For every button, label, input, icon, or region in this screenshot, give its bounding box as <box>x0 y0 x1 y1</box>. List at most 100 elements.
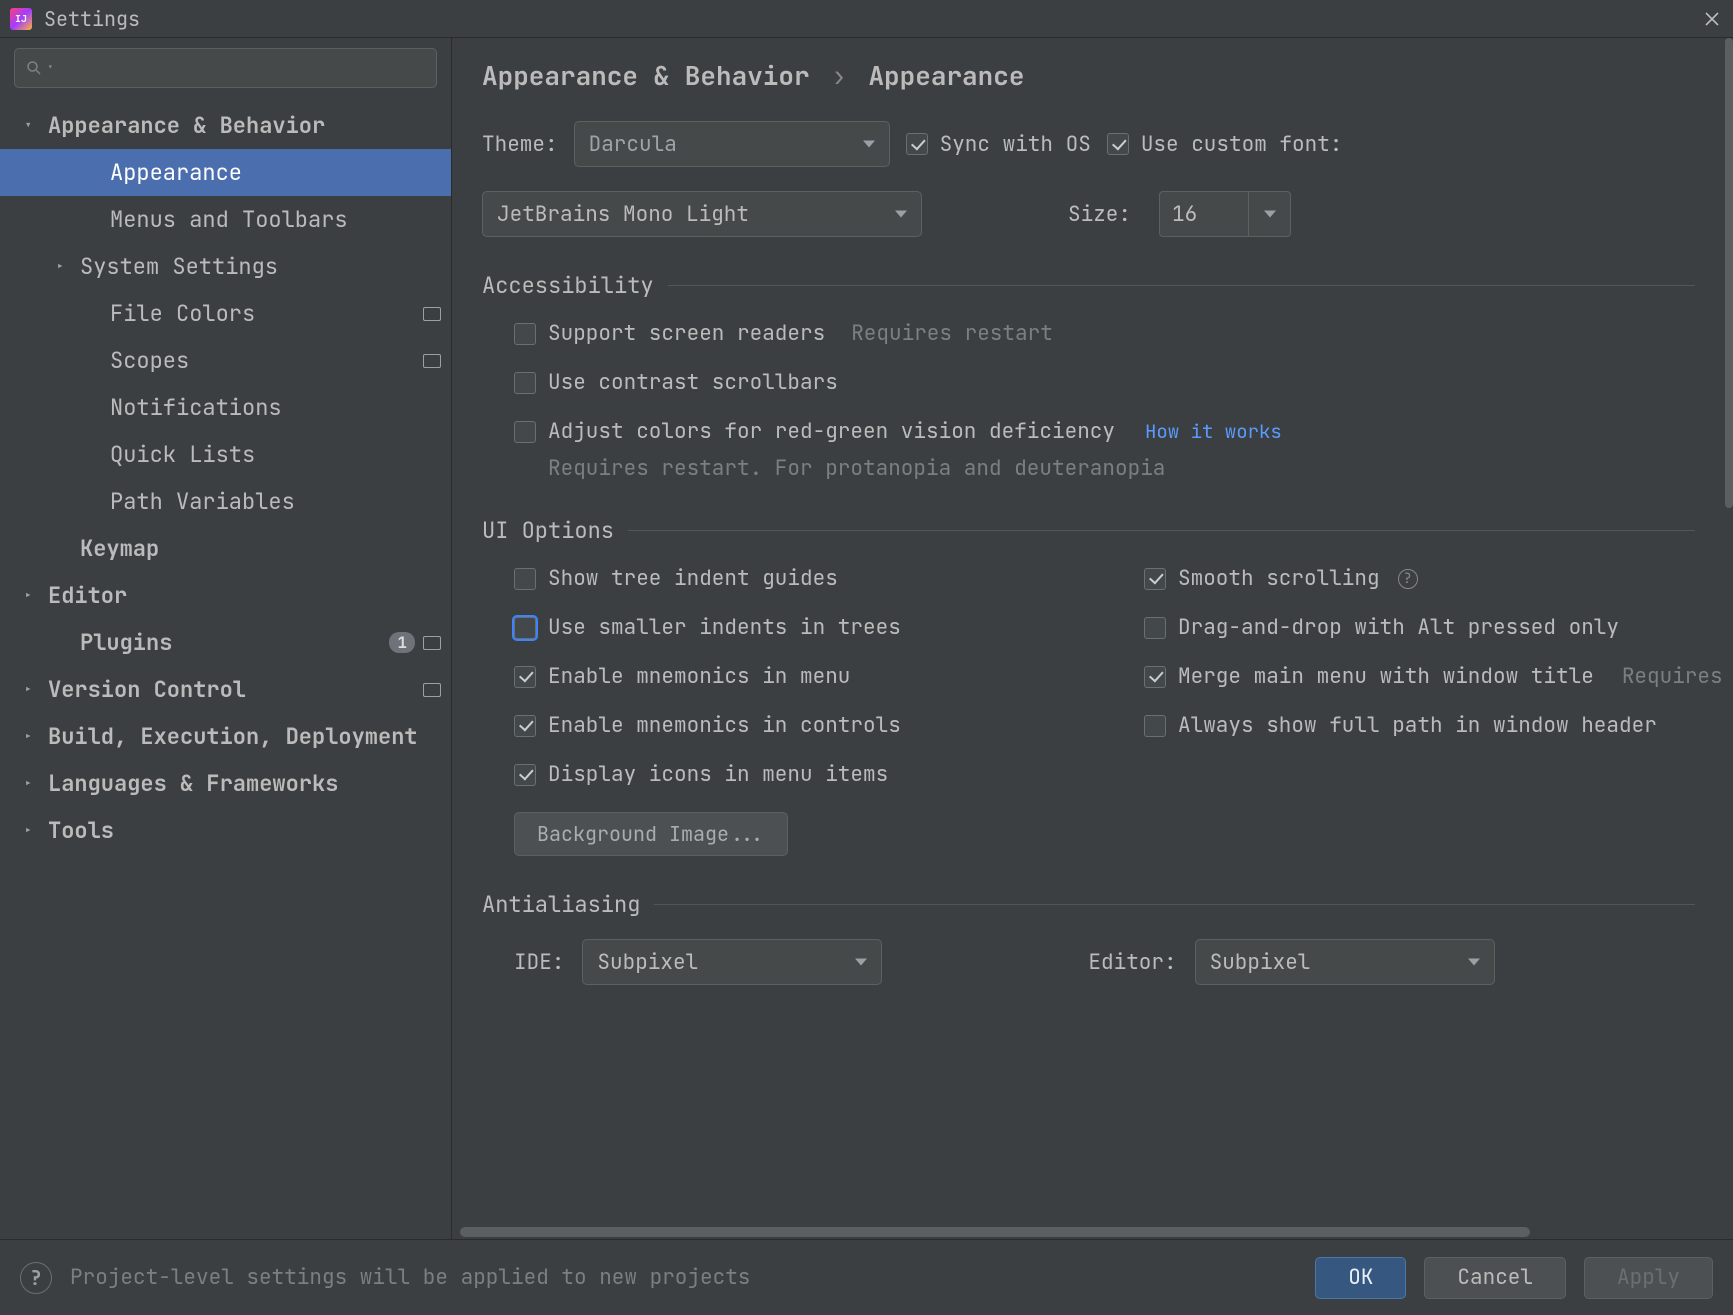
sidebar-item-label: Keymap <box>80 534 441 563</box>
aa-editor-value: Subpixel <box>1210 949 1311 976</box>
checkbox-icon <box>514 764 536 786</box>
checkbox-icon <box>1144 617 1166 639</box>
full-path-checkbox[interactable]: Always show full path in window header <box>1144 712 1725 739</box>
theme-select[interactable]: Darcula <box>574 121 890 167</box>
smaller-indents-checkbox[interactable]: Use smaller indents in trees <box>514 614 1114 641</box>
smaller-indents-label: Use smaller indents in trees <box>548 614 901 641</box>
mnemonics-controls-label: Enable mnemonics in controls <box>548 712 901 739</box>
sidebar-item-label: Scopes <box>110 346 415 375</box>
screen-readers-label: Support screen readers <box>548 320 825 347</box>
breadcrumb: Appearance & Behavior › Appearance <box>482 58 1695 93</box>
tree-guides-checkbox[interactable]: Show tree indent guides <box>514 565 1114 592</box>
search-input[interactable]: ▾ <box>14 48 437 88</box>
divider <box>668 285 1695 286</box>
aa-editor-label: Editor: <box>1088 949 1176 976</box>
sidebar-item-build-execution-deployment[interactable]: ▸Build, Execution, Deployment <box>0 713 451 760</box>
font-select[interactable]: JetBrains Mono Light <box>482 191 922 237</box>
sidebar-item-path-variables[interactable]: Path Variables <box>0 478 451 525</box>
sync-os-checkbox[interactable]: Sync with OS <box>906 131 1091 158</box>
horizontal-scrollbar[interactable] <box>452 1225 1725 1239</box>
cancel-label: Cancel <box>1457 1264 1533 1291</box>
antialiasing-heading: Antialiasing <box>482 890 640 919</box>
sidebar-item-file-colors[interactable]: File Colors <box>0 290 451 337</box>
sidebar-item-appearance-behavior[interactable]: ▾Appearance & Behavior <box>0 102 451 149</box>
breadcrumb-current: Appearance <box>868 58 1024 93</box>
sidebar-item-quick-lists[interactable]: Quick Lists <box>0 431 451 478</box>
chevron-down-icon <box>855 959 867 966</box>
merge-title-checkbox[interactable]: Merge main menu with window title Requir… <box>1144 663 1725 690</box>
aa-editor-select[interactable]: Subpixel <box>1195 939 1495 985</box>
close-icon[interactable] <box>1701 8 1723 30</box>
chevron-right-icon: ▸ <box>24 587 40 605</box>
sidebar-item-keymap[interactable]: Keymap <box>0 525 451 572</box>
sidebar-item-system-settings[interactable]: ▸System Settings <box>0 243 451 290</box>
mnemonics-controls-checkbox[interactable]: Enable mnemonics in controls <box>514 712 1114 739</box>
smooth-scrolling-checkbox[interactable]: Smooth scrolling ? <box>1144 565 1725 592</box>
settings-tree: ▾Appearance & BehaviorAppearanceMenus an… <box>0 96 451 1239</box>
cancel-button[interactable]: Cancel <box>1424 1257 1566 1299</box>
project-scope-icon <box>423 683 441 697</box>
sidebar-item-label: Plugins <box>80 628 383 657</box>
how-it-works-link[interactable]: How it works <box>1145 419 1282 444</box>
footer: ? Project-level settings will be applied… <box>0 1239 1733 1315</box>
scroll-thumb[interactable] <box>460 1227 1530 1237</box>
vertical-scrollbar[interactable] <box>1725 38 1733 1225</box>
info-icon[interactable]: ? <box>1398 569 1418 589</box>
breadcrumb-parent: Appearance & Behavior <box>482 58 810 93</box>
apply-label: Apply <box>1617 1264 1680 1291</box>
checkbox-icon <box>1144 666 1166 688</box>
help-icon[interactable]: ? <box>20 1262 52 1294</box>
icons-menu-checkbox[interactable]: Display icons in menu items <box>514 761 1114 788</box>
aa-ide-select[interactable]: Subpixel <box>582 939 882 985</box>
custom-font-label: Use custom font: <box>1141 131 1343 158</box>
sidebar-item-menus-and-toolbars[interactable]: Menus and Toolbars <box>0 196 451 243</box>
size-stepper[interactable] <box>1249 191 1291 237</box>
mnemonics-menu-label: Enable mnemonics in menu <box>548 663 850 690</box>
contrast-scrollbars-checkbox[interactable]: Use contrast scrollbars <box>514 369 1695 396</box>
sidebar-item-plugins[interactable]: Plugins1 <box>0 619 451 666</box>
mnemonics-menu-checkbox[interactable]: Enable mnemonics in menu <box>514 663 1114 690</box>
chevron-right-icon: ▸ <box>56 258 72 276</box>
screen-readers-checkbox[interactable]: Support screen readers Requires restart <box>514 320 1695 347</box>
checkbox-icon <box>1107 133 1129 155</box>
color-deficiency-checkbox[interactable]: Adjust colors for red-green vision defic… <box>514 418 1695 445</box>
project-scope-icon <box>423 636 441 650</box>
smooth-scrolling-label: Smooth scrolling <box>1178 565 1380 592</box>
size-value: 16 <box>1172 201 1197 228</box>
color-deficiency-sub: Requires restart. For protanopia and deu… <box>548 455 1695 482</box>
ok-label: OK <box>1348 1264 1373 1291</box>
sidebar-item-label: Notifications <box>110 393 441 422</box>
sidebar-item-notifications[interactable]: Notifications <box>0 384 451 431</box>
ok-button[interactable]: OK <box>1315 1257 1406 1299</box>
sidebar-item-tools[interactable]: ▸Tools <box>0 807 451 854</box>
contrast-scroll-label: Use contrast scrollbars <box>548 369 838 396</box>
background-image-label: Background Image... <box>537 821 765 847</box>
full-path-label: Always show full path in window header <box>1178 712 1657 739</box>
search-icon <box>25 59 43 77</box>
sidebar-item-version-control[interactable]: ▸Version Control <box>0 666 451 713</box>
sidebar-item-label: Version Control <box>48 675 415 704</box>
sidebar-item-label: Path Variables <box>110 487 441 516</box>
dnd-alt-checkbox[interactable]: Drag-and-drop with Alt pressed only <box>1144 614 1725 641</box>
sidebar-item-label: Appearance & Behavior <box>48 111 441 140</box>
scroll-thumb[interactable] <box>1725 38 1733 508</box>
theme-value: Darcula <box>589 131 677 158</box>
chevron-right-icon: ▸ <box>24 728 40 746</box>
sidebar-item-languages-frameworks[interactable]: ▸Languages & Frameworks <box>0 760 451 807</box>
checkbox-icon <box>514 323 536 345</box>
chevron-down-icon <box>1264 211 1276 218</box>
sidebar-item-label: Languages & Frameworks <box>48 769 441 798</box>
size-input[interactable]: 16 <box>1159 191 1249 237</box>
icons-menu-label: Display icons in menu items <box>548 761 888 788</box>
checkbox-icon <box>514 372 536 394</box>
background-image-button[interactable]: Background Image... <box>514 812 788 856</box>
sidebar-item-appearance[interactable]: Appearance <box>0 149 451 196</box>
sidebar-item-label: Quick Lists <box>110 440 441 469</box>
custom-font-checkbox[interactable]: Use custom font: <box>1107 131 1343 158</box>
sidebar-item-scopes[interactable]: Scopes <box>0 337 451 384</box>
sidebar-item-editor[interactable]: ▸Editor <box>0 572 451 619</box>
main-panel: Appearance & Behavior › Appearance Theme… <box>452 38 1733 1239</box>
chevron-down-icon <box>863 141 875 148</box>
sidebar: ▾ ▾Appearance & BehaviorAppearanceMenus … <box>0 38 452 1239</box>
apply-button[interactable]: Apply <box>1584 1257 1713 1299</box>
